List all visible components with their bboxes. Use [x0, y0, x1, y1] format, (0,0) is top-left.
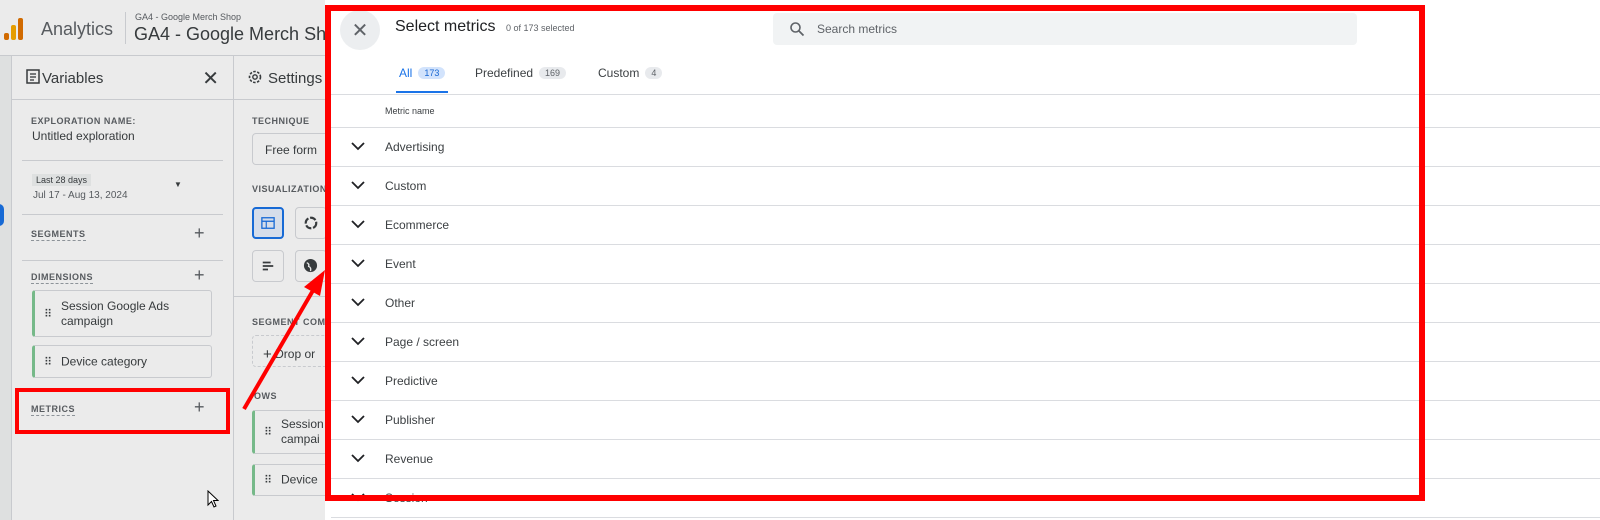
modal-backdrop[interactable] — [0, 0, 325, 520]
metrics-highlight-box — [15, 388, 230, 434]
select-metrics-dialog: ✕ Select metrics 0 of 173 selected All17… — [325, 0, 1600, 520]
mouse-cursor-icon — [207, 490, 219, 508]
dialog-highlight-frame — [325, 5, 1425, 501]
